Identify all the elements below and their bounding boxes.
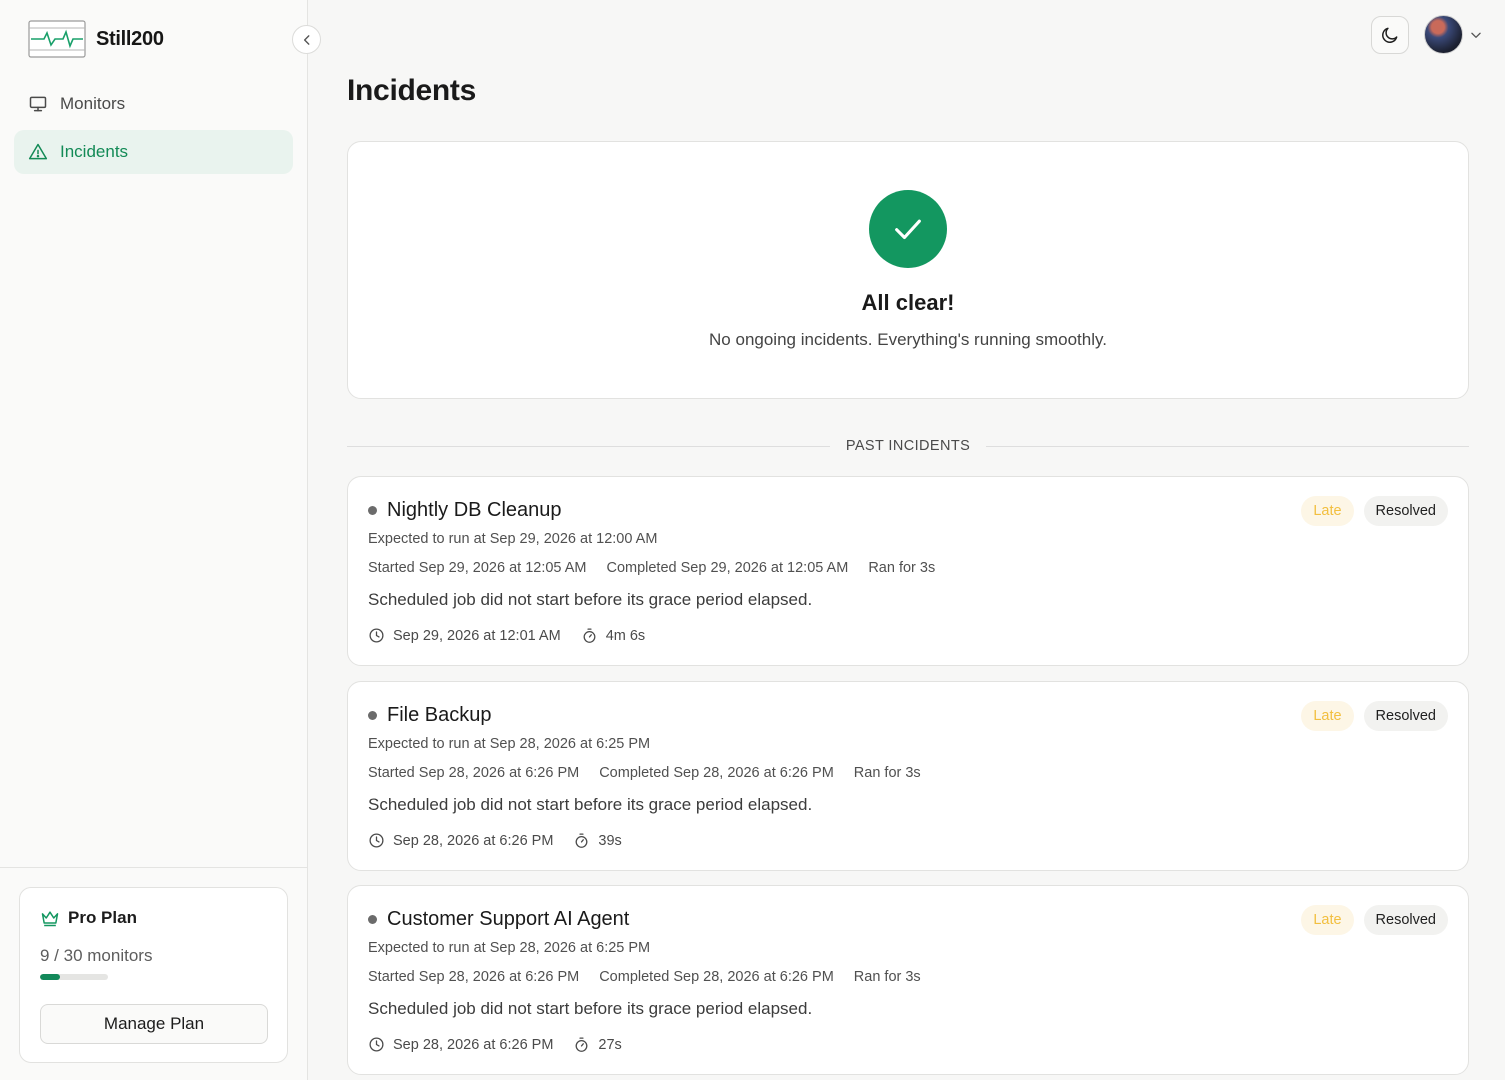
incident-description: Scheduled job did not start before its g… [368,590,813,609]
sidebar: Still200 Monitors Incidents Pro Plan 9 /… [0,0,308,1080]
incident-completed: Completed Sep 29, 2026 at 12:05 AM [606,560,849,576]
moon-icon [1382,27,1398,43]
plan-usage-bar-fill [40,974,61,980]
manage-plan-button[interactable]: Manage Plan [40,1004,268,1044]
status-subtitle: No ongoing incidents. Everything's runni… [709,330,1107,349]
incident-expected: Expected to run at Sep 28, 2026 at 6:25 … [368,940,651,956]
user-menu[interactable] [1424,15,1483,54]
timer-icon [583,628,596,643]
incident-duration: 4m 6s [605,627,646,644]
incident-title: File Backup [387,704,492,726]
alert-triangle-icon [28,143,48,160]
late-badge: Late [1301,701,1354,731]
page-title: Incidents [347,74,476,107]
sidebar-item-label: Monitors [60,94,126,113]
past-incidents-label: PAST INCIDENTS [845,438,971,454]
avatar[interactable] [1424,15,1463,54]
incident-card[interactable]: Nightly DB Cleanup Late Resolved Expecte… [347,476,1469,666]
chevron-down-icon [1471,32,1481,38]
brand[interactable]: Still200 [28,20,164,58]
late-badge: Late [1301,496,1354,526]
status-dot [368,915,377,924]
status-dot [368,506,377,515]
plan-name: Pro Plan [68,908,137,927]
clock-icon [369,833,384,848]
monitor-icon [29,96,47,112]
incident-card[interactable]: Customer Support AI Agent Late Resolved … [347,885,1469,1075]
chevron-left-icon [303,34,309,45]
past-incidents-divider: PAST INCIDENTS [347,436,1469,456]
sidebar-divider [0,867,308,868]
incident-ran-for: Ran for 3s [853,969,921,985]
plan-usage-bar [40,974,108,980]
incident-expected: Expected to run at Sep 29, 2026 at 12:00… [368,531,658,547]
status-dot [368,711,377,720]
incident-ran-for: Ran for 3s [868,560,936,576]
incident-title: Nightly DB Cleanup [387,499,562,521]
incident-detected-at: Sep 28, 2026 at 6:26 PM [393,1036,554,1053]
incident-expected: Expected to run at Sep 28, 2026 at 6:25 … [368,736,651,752]
incident-description: Scheduled job did not start before its g… [368,999,813,1018]
status-title: All clear! [861,290,955,315]
incident-ran-for: Ran for 3s [853,765,921,781]
brand-name: Still200 [96,27,164,50]
clock-icon [369,628,384,643]
sidebar-item-incidents[interactable]: Incidents [14,130,293,174]
plan-usage: 9 / 30 monitors [40,946,153,965]
resolved-badge: Resolved [1363,905,1448,935]
resolved-badge: Resolved [1363,496,1448,526]
incident-duration: 27s [598,1036,622,1053]
clock-icon [369,1037,384,1052]
crown-icon [41,911,59,927]
late-badge: Late [1301,905,1354,935]
incident-completed: Completed Sep 28, 2026 at 6:26 PM [599,765,834,781]
timer-icon [575,833,588,848]
incident-detected-at: Sep 28, 2026 at 6:26 PM [393,832,554,849]
plan-header: Pro Plan [40,908,267,928]
incident-duration: 39s [598,832,622,849]
incident-started: Started Sep 28, 2026 at 6:26 PM [368,969,580,985]
incident-started: Started Sep 28, 2026 at 6:26 PM [368,765,580,781]
sidebar-item-label: Incidents [60,142,129,161]
incident-completed: Completed Sep 28, 2026 at 6:26 PM [599,969,834,985]
incident-card[interactable]: File Backup Late Resolved Expected to ru… [347,681,1469,871]
check-circle-icon [869,190,947,268]
resolved-badge: Resolved [1363,701,1448,731]
incident-started: Started Sep 29, 2026 at 12:05 AM [368,560,587,576]
sidebar-item-monitors[interactable]: Monitors [14,82,293,126]
status-card: All clear! No ongoing incidents. Everyth… [347,141,1469,399]
theme-toggle-button[interactable] [1371,16,1409,54]
timer-icon [575,1037,588,1052]
incident-description: Scheduled job did not start before its g… [368,795,813,814]
incident-title: Customer Support AI Agent [387,908,630,930]
plan-card: Pro Plan 9 / 30 monitors Manage Plan [19,887,288,1063]
sidebar-nav: Monitors Incidents [14,82,293,178]
collapse-sidebar-button[interactable] [292,25,321,54]
incident-detected-at: Sep 29, 2026 at 12:01 AM [393,627,561,644]
logo-icon [28,20,86,58]
